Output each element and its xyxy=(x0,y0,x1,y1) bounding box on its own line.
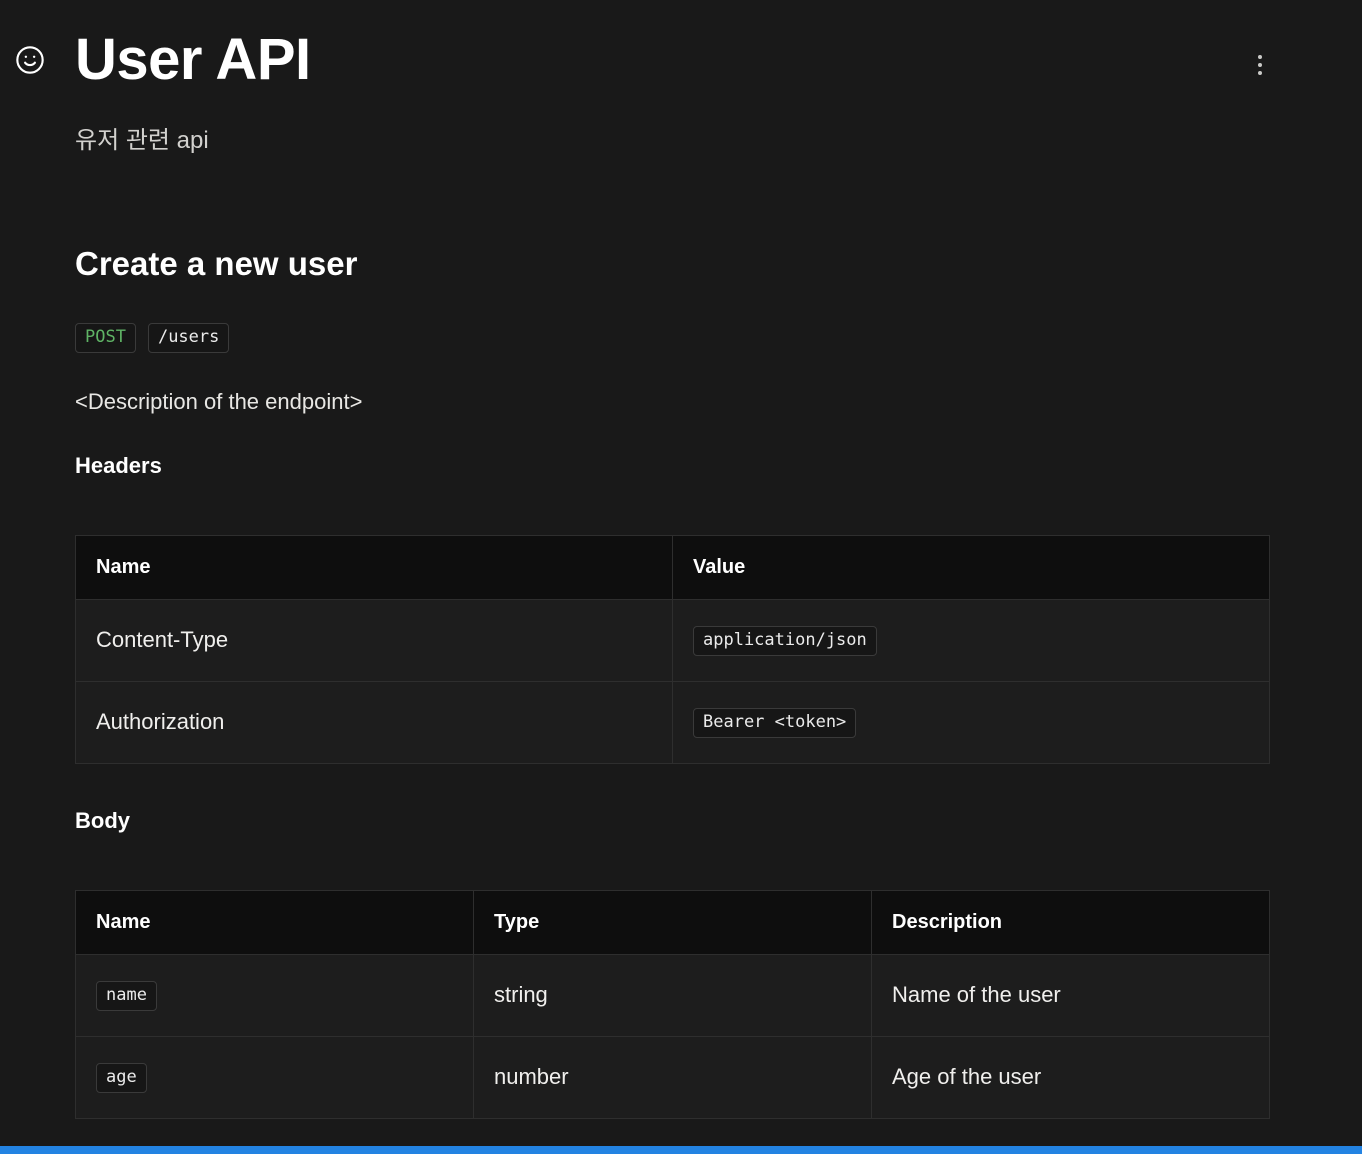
page-content: User API 유저 관련 api Create a new user POS… xyxy=(0,0,1362,1119)
table-row: age number Age of the user xyxy=(75,1035,1270,1119)
header-value-cell: application/json xyxy=(672,598,1270,682)
body-table-header-row: Name Type Description xyxy=(75,889,1270,955)
column-header-name: Name xyxy=(75,889,474,955)
column-header-value: Value xyxy=(672,534,1270,600)
page-title: User API xyxy=(75,27,311,92)
param-description-cell: Age of the user xyxy=(871,1035,1270,1119)
endpoint-path-badge: /users xyxy=(147,322,230,353)
page-subtitle: 유저 관련 api xyxy=(75,126,209,154)
endpoint-description: <Description of the endpoint> xyxy=(75,388,363,414)
headers-table: Name Value Content-Type application/json… xyxy=(75,534,1270,764)
param-name-cell: name xyxy=(75,953,474,1037)
endpoint-heading: Create a new user xyxy=(75,244,358,282)
header-name-cell: Content-Type xyxy=(75,598,673,682)
endpoint-badges: POST /users xyxy=(75,322,1270,353)
param-type-cell: number xyxy=(473,1035,872,1119)
code-value-badge: application/json xyxy=(693,625,877,656)
column-header-description: Description xyxy=(871,889,1270,955)
body-table: Name Type Description name string Name o… xyxy=(75,889,1270,1119)
headers-table-header-row: Name Value xyxy=(75,534,1270,600)
header-value-cell: Bearer <token> xyxy=(672,680,1270,764)
param-type-cell: string xyxy=(473,953,872,1037)
param-description-cell: Name of the user xyxy=(871,953,1270,1037)
page-emoji-icon[interactable] xyxy=(14,44,46,81)
kebab-menu-icon xyxy=(1258,55,1262,59)
http-method-badge: POST xyxy=(75,322,136,353)
table-row: name string Name of the user xyxy=(75,953,1270,1037)
headers-heading: Headers xyxy=(75,452,162,478)
column-header-type: Type xyxy=(473,889,872,955)
code-value-badge: Bearer <token> xyxy=(693,707,857,738)
smiley-icon xyxy=(14,44,46,81)
header-name-cell: Authorization xyxy=(75,680,673,764)
table-row: Authorization Bearer <token> xyxy=(75,680,1270,764)
more-options-button[interactable] xyxy=(1244,48,1276,82)
body-heading: Body xyxy=(75,807,130,833)
param-name-cell: age xyxy=(75,1035,474,1119)
table-row: Content-Type application/json xyxy=(75,598,1270,682)
code-param-badge: name xyxy=(96,980,157,1011)
bottom-accent-bar xyxy=(0,1146,1362,1154)
column-header-name: Name xyxy=(75,534,673,600)
code-param-badge: age xyxy=(96,1062,147,1093)
